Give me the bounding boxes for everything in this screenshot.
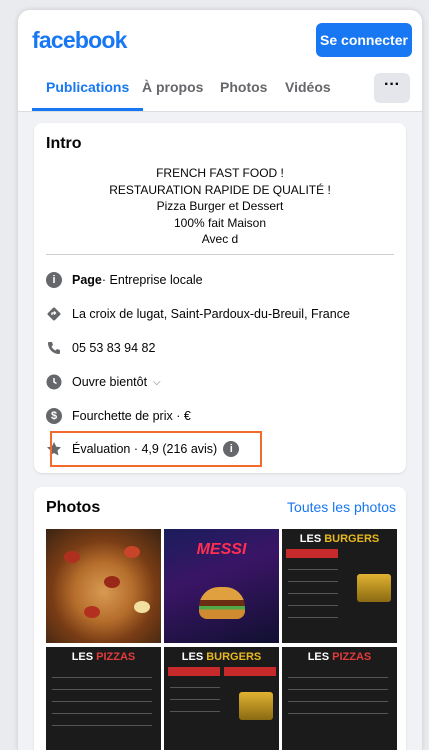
menu-line: [170, 711, 220, 712]
menu-heading-prefix: LES: [181, 651, 207, 663]
bio-line: Avec d: [201, 232, 239, 246]
directions-icon: [46, 306, 62, 322]
bio-line: RESTAURATION RAPIDE DE QUALITÉ !: [109, 182, 331, 197]
photo-burger-menu[interactable]: LES BURGERS: [282, 529, 397, 643]
tab-about[interactable]: À propos: [142, 66, 203, 111]
menu-heading-prefix: LES: [299, 533, 325, 545]
page-type-row: i Page · Entreprise locale: [46, 269, 203, 291]
phone-number: 05 53 83 94 82: [72, 341, 156, 355]
price-icon: $: [46, 408, 62, 424]
chevron-down-icon[interactable]: ⌵: [153, 377, 161, 388]
tab-photos[interactable]: Photos: [220, 66, 267, 111]
intro-bio: FRENCH FAST FOOD ! RESTAURATION RAPIDE D…: [34, 165, 406, 248]
bio-line: Pizza Burger et Dessert: [156, 199, 284, 213]
login-button[interactable]: Se connecter: [316, 23, 412, 57]
menu-heading: LES BURGERS: [282, 533, 397, 545]
menu-heading: LES PIZZAS: [46, 651, 161, 663]
menu-heading-word: BURGERS: [324, 533, 380, 545]
menu-line: [170, 687, 220, 688]
menu-line: [52, 689, 152, 690]
price-row: $ Fourchette de prix · €: [46, 405, 191, 427]
tab-publications[interactable]: Publications: [31, 66, 144, 111]
rating-highlight-box: [50, 431, 262, 467]
photos-title: Photos: [46, 499, 101, 516]
tab-videos[interactable]: Vidéos: [285, 66, 331, 111]
divider: [46, 254, 394, 255]
menu-line: [288, 701, 388, 702]
menu-line: [288, 593, 338, 594]
hours-status: Ouvre bientôt: [72, 375, 148, 389]
menu-line: [288, 689, 388, 690]
menu-line: [52, 713, 152, 714]
page-tabs: Publications À propos Photos Vidéos ···: [18, 66, 422, 112]
menu-fries-image: [357, 574, 391, 602]
clock-icon: [46, 374, 62, 390]
photo-burger-menu-2[interactable]: LES BURGERS: [164, 647, 279, 750]
burger-illustration: [199, 587, 245, 619]
hours-row[interactable]: Ouvre bientôt ⌵: [46, 371, 161, 393]
page-label: Page: [72, 273, 102, 287]
address-text: La croix de lugat, Saint-Pardoux-du-Breu…: [72, 307, 350, 321]
address-row[interactable]: La croix de lugat, Saint-Pardoux-du-Breu…: [46, 303, 350, 325]
phone-icon: [46, 340, 62, 356]
menu-heading-prefix: LES: [71, 651, 97, 663]
intro-card: Intro FRENCH FAST FOOD ! RESTAURATION RA…: [34, 123, 406, 473]
bio-line: FRENCH FAST FOOD !: [156, 166, 284, 180]
menu-line: [52, 725, 152, 726]
price-range: Fourchette de prix · €: [72, 409, 191, 423]
menu-line: [170, 699, 220, 700]
page-category: · Entreprise locale: [101, 273, 203, 287]
menu-badge: [168, 667, 220, 676]
facebook-logo[interactable]: facebook: [32, 27, 127, 54]
photo-pizza[interactable]: [46, 529, 161, 643]
menu-line: [288, 677, 388, 678]
photo-pizza-menu[interactable]: LES PIZZAS: [46, 647, 161, 750]
menu-line: [52, 677, 152, 678]
bio-line: 100% fait Maison: [173, 215, 267, 230]
top-bar: facebook Se connecter: [18, 10, 422, 66]
phone-row[interactable]: 05 53 83 94 82: [46, 337, 155, 359]
menu-line: [52, 701, 152, 702]
menu-heading-word: PIZZAS: [332, 651, 372, 663]
menu-badge: [286, 549, 338, 558]
more-options-button[interactable]: ···: [374, 73, 410, 103]
photos-card: Photos Toutes les photos MESSI LES BURGE…: [34, 487, 406, 750]
menu-heading: LES PIZZAS: [282, 651, 397, 663]
menu-heading: LES BURGERS: [164, 651, 279, 663]
menu-heading-word: BURGERS: [206, 651, 262, 663]
see-all-photos-link[interactable]: Toutes les photos: [287, 499, 396, 515]
menu-line: [288, 569, 338, 570]
photo-pizza-menu-2[interactable]: LES PIZZAS: [282, 647, 397, 750]
menu-badge: [224, 667, 276, 676]
menu-heading-word: PIZZAS: [96, 651, 136, 663]
menu-fries-image: [239, 692, 273, 720]
poster-title: MESSI: [196, 541, 247, 558]
menu-line: [288, 713, 388, 714]
intro-title: Intro: [46, 135, 82, 152]
info-icon: i: [46, 272, 62, 288]
photo-burger-poster[interactable]: MESSI: [164, 529, 279, 643]
menu-line: [288, 581, 338, 582]
menu-line: [288, 605, 338, 606]
menu-heading-prefix: LES: [307, 651, 333, 663]
mobile-page: facebook Se connecter Publications À pro…: [18, 10, 422, 750]
menu-line: [288, 617, 338, 618]
